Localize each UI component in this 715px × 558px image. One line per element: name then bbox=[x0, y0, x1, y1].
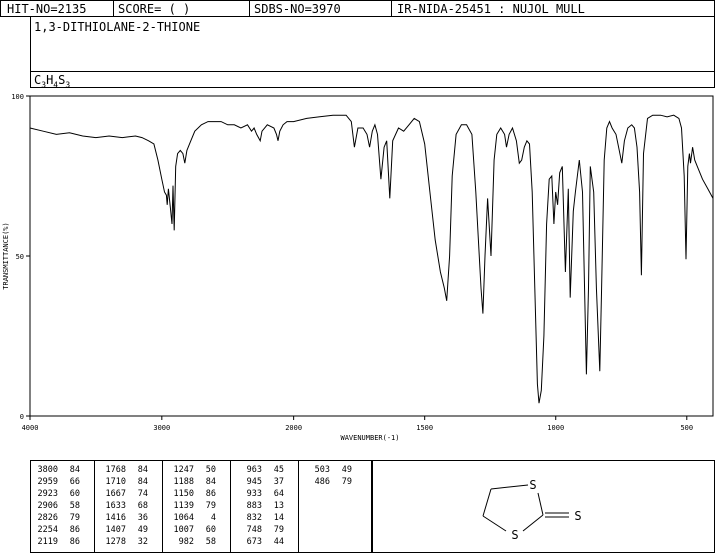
x-tick-label: 2000 bbox=[285, 424, 302, 432]
bond bbox=[482, 515, 507, 532]
ir-spectrum-chart: 0 50 100 4000 3000 2000 1500 1000 500 TRANSMITT… bbox=[2, 93, 714, 442]
x-tick-label: 3000 bbox=[153, 424, 170, 432]
x-axis-label: WAVENUMBER(-1) bbox=[340, 434, 399, 442]
y-axis-label: TRANSMITTANCE(%) bbox=[2, 222, 10, 289]
y-tick-label: 100 bbox=[11, 93, 24, 101]
atom-sulfur: S bbox=[529, 478, 536, 492]
atom-sulfur: S bbox=[511, 528, 518, 542]
bond bbox=[482, 488, 492, 517]
y-tick-label: 0 bbox=[20, 413, 24, 421]
atom-sulfur: S bbox=[574, 509, 581, 523]
bond bbox=[522, 514, 544, 532]
structure-box: S S S bbox=[372, 460, 715, 553]
y-tick-label: 50 bbox=[16, 253, 24, 261]
bond bbox=[537, 492, 544, 516]
peak-table-frame bbox=[30, 460, 372, 553]
bond bbox=[490, 484, 529, 490]
spectrum-line bbox=[29, 114, 714, 404]
plot-frame bbox=[29, 95, 714, 417]
x-tick-label: 1000 bbox=[547, 424, 564, 432]
x-tick-label: 4000 bbox=[22, 424, 39, 432]
x-tick-label: 500 bbox=[680, 424, 693, 432]
x-tick-label: 1500 bbox=[416, 424, 433, 432]
molecule-structure: S S S bbox=[482, 478, 582, 542]
